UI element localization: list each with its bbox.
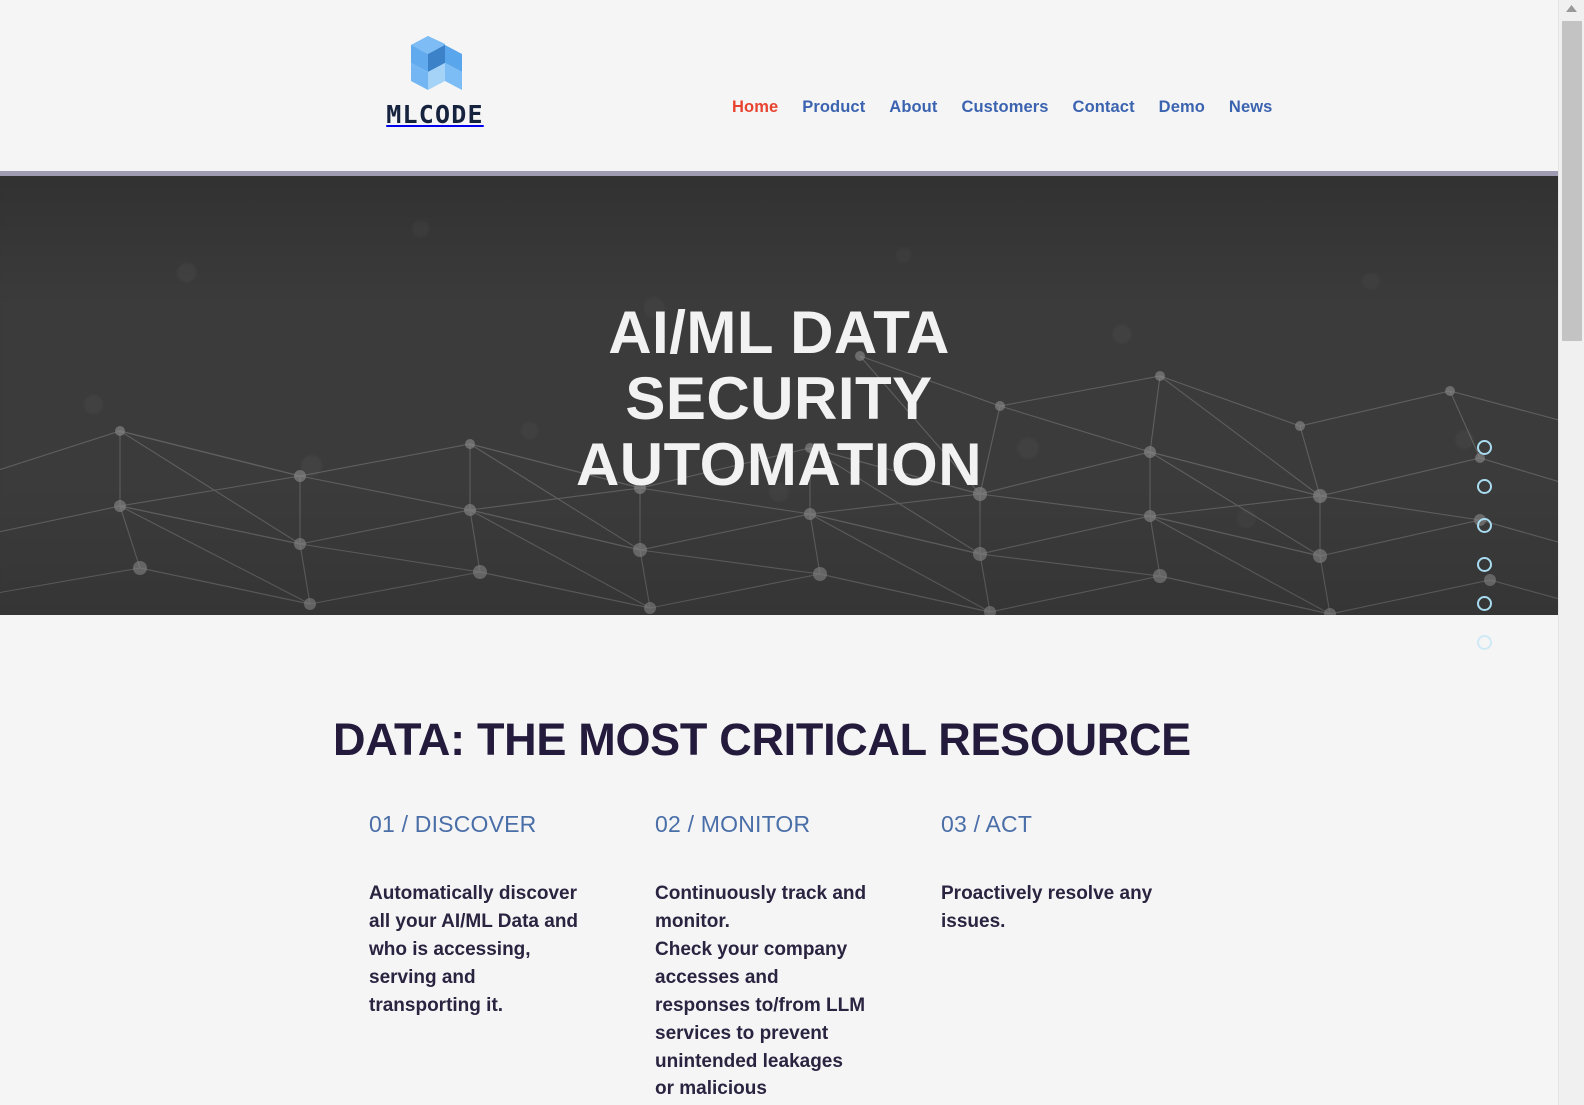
main-navigation[interactable]: Home Product About Customers Contact Dem…: [720, 98, 1284, 117]
site-header: MLCODE Home Product About Customers Cont…: [0, 0, 1558, 176]
nav-item-customers[interactable]: Customers: [949, 98, 1060, 117]
nav-item-news[interactable]: News: [1217, 98, 1285, 117]
nav-item-home[interactable]: Home: [720, 98, 790, 117]
feature-body-act: Proactively resolve any issues.: [941, 883, 1153, 932]
feature-body-monitor: Continuously track and monitor. Check yo…: [655, 883, 867, 1100]
nav-item-contact[interactable]: Contact: [1061, 98, 1147, 117]
slide-dot-1[interactable]: [1477, 440, 1492, 455]
page-viewport: MLCODE Home Product About Customers Cont…: [0, 0, 1558, 1105]
hero-title: AI/ML DATA SECURITY AUTOMATION: [0, 300, 1558, 498]
browser-page: MLCODE Home Product About Customers Cont…: [0, 0, 1584, 1105]
slide-dot-3[interactable]: [1477, 518, 1492, 533]
slide-dot-6[interactable]: [1477, 635, 1492, 650]
nav-item-product[interactable]: Product: [790, 98, 877, 117]
feature-heading-discover: 01 / DISCOVER: [369, 811, 537, 837]
brand-wordmark: MLCODE: [386, 100, 484, 129]
slide-dot-4[interactable]: [1477, 557, 1492, 572]
slide-dot-2[interactable]: [1477, 479, 1492, 494]
slide-dot-5[interactable]: [1477, 596, 1492, 611]
hero-title-line-1: AI/ML DATA: [608, 299, 950, 366]
brand-logo[interactable]: MLCODE: [383, 32, 487, 132]
header-inner: MLCODE Home Product About Customers Cont…: [0, 0, 1558, 176]
feature-body-discover: Automatically discover all your AI/ML Da…: [369, 883, 579, 1016]
nav-item-demo[interactable]: Demo: [1147, 98, 1217, 117]
nav-item-about[interactable]: About: [877, 98, 949, 117]
feature-column-monitor: 02 / MONITOR Continuously track and moni…: [655, 811, 941, 1103]
isometric-cube-logo-icon: [411, 36, 462, 90]
hero-title-line-2: SECURITY: [625, 365, 933, 432]
hero-banner: AI/ML DATA SECURITY AUTOMATION: [0, 176, 1558, 615]
vertical-scrollbar[interactable]: [1558, 0, 1584, 1105]
feature-columns: 01 / DISCOVER Automatically discover all…: [369, 811, 1369, 1103]
section-title: DATA: THE MOST CRITICAL RESOURCE: [333, 714, 1191, 765]
critical-resource-section: DATA: THE MOST CRITICAL RESOURCE 01 / DI…: [0, 615, 1558, 1105]
feature-column-discover: 01 / DISCOVER Automatically discover all…: [369, 811, 655, 1103]
feature-column-act: 03 / ACT Proactively resolve any issues.: [941, 811, 1227, 1103]
scroll-up-arrow-icon[interactable]: [1559, 0, 1584, 17]
feature-heading-monitor: 02 / MONITOR: [655, 811, 811, 837]
hero-title-line-3: AUTOMATION: [575, 431, 983, 498]
slide-dot-navigation[interactable]: [1477, 440, 1497, 674]
feature-heading-act: 03 / ACT: [941, 811, 1033, 837]
scrollbar-thumb[interactable]: [1562, 21, 1582, 341]
